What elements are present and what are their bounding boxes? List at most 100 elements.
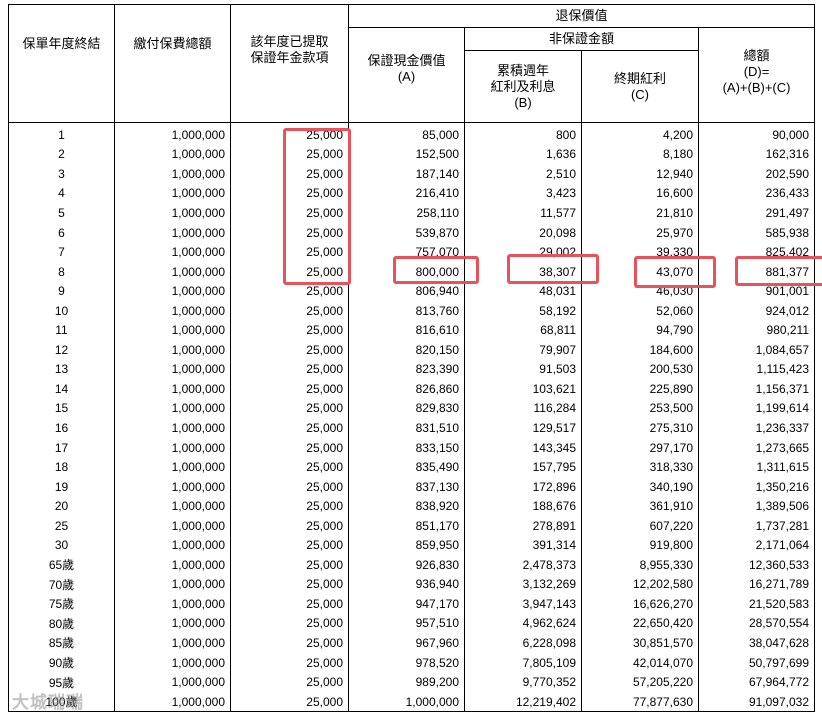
table-row: 6 1,000,000 25,000 539,870 20,098 25,970 585,9… xyxy=(8,222,816,243)
cell-guaranteed-cash-value: 831,510 xyxy=(348,418,465,438)
header-total-d: 總額 (D)= (A)+(B)+(C) xyxy=(697,27,816,123)
cell-total: 1,389,506 xyxy=(697,496,816,516)
cell-total-premiums: 1,000,000 xyxy=(114,122,231,145)
cell-total-premiums: 1,000,000 xyxy=(114,613,231,634)
cell-annuity-withdrawn: 25,000 xyxy=(230,437,349,458)
cell-guaranteed-cash-value: 926,830 xyxy=(348,555,465,575)
header-total-line3: (A)+(B)+(C) xyxy=(722,80,791,95)
cell-total-premiums: 1,000,000 xyxy=(114,261,231,282)
table-header: 保單年度終結 繳付保費總額 該年度已提取 保證年金款項 退保價值 保證現金價值 … xyxy=(8,4,816,123)
cell-total: 50,797,699 xyxy=(697,652,816,673)
table-row: 25 1,000,000 25,000 851,170 278,891 607,220 1,… xyxy=(8,515,816,536)
cell-accumulated-dividends: 1,636 xyxy=(464,144,582,165)
cell-guaranteed-cash-value: 85,000 xyxy=(348,122,465,145)
cell-policy-year: 16 xyxy=(8,418,115,438)
table-row: 9 1,000,000 25,000 806,940 48,031 46,030 901,0… xyxy=(8,281,816,301)
cell-total: 291,497 xyxy=(697,203,816,223)
benefit-table-wrapper: 保單年度終結 繳付保費總額 該年度已提取 保證年金款項 退保價值 保證現金價值 … xyxy=(8,4,816,713)
cell-annuity-withdrawn: 25,000 xyxy=(230,320,349,341)
cell-guaranteed-cash-value: 947,170 xyxy=(348,594,465,614)
cell-terminal-dividend: 253,500 xyxy=(581,398,699,419)
cell-terminal-dividend: 77,877,630 xyxy=(581,691,699,713)
cell-total: 1,350,216 xyxy=(697,476,816,497)
cell-terminal-dividend: 16,626,270 xyxy=(581,594,699,614)
cell-guaranteed-cash-value: 936,940 xyxy=(348,574,465,595)
cell-guaranteed-cash-value: 152,500 xyxy=(348,144,465,165)
cell-total: 924,012 xyxy=(697,300,816,321)
cell-annuity-withdrawn: 25,000 xyxy=(230,340,349,360)
header-total-premiums-label: 繳付保費總額 xyxy=(133,35,212,51)
table-row: 8 1,000,000 25,000 800,000 38,307 43,070 881,3… xyxy=(8,261,816,282)
cell-terminal-dividend: 42,014,070 xyxy=(581,652,699,673)
cell-annuity-withdrawn: 25,000 xyxy=(230,222,349,243)
table-row: 16 1,000,000 25,000 831,510 129,517 275,310 1,… xyxy=(8,418,816,438)
cell-total: 901,001 xyxy=(697,281,816,301)
table-row: 10 1,000,000 25,000 813,760 58,192 52,060 924,… xyxy=(8,300,816,321)
cell-terminal-dividend: 297,170 xyxy=(581,437,699,458)
cell-annuity-withdrawn: 25,000 xyxy=(230,122,349,145)
cell-policy-year: 8 xyxy=(8,261,115,282)
cell-accumulated-dividends: 391,314 xyxy=(464,535,582,556)
cell-total-premiums: 1,000,000 xyxy=(114,672,231,692)
cell-total: 1,156,371 xyxy=(697,379,816,399)
cell-total-premiums: 1,000,000 xyxy=(114,398,231,419)
cell-total-premiums: 1,000,000 xyxy=(114,476,231,497)
cell-terminal-dividend: 21,810 xyxy=(581,203,699,223)
cell-accumulated-dividends: 129,517 xyxy=(464,418,582,438)
cell-terminal-dividend: 12,940 xyxy=(581,164,699,184)
cell-accumulated-dividends: 2,510 xyxy=(464,164,582,184)
header-annuity-withdrawn: 該年度已提取 保證年金款項 xyxy=(230,4,349,123)
cell-annuity-withdrawn: 25,000 xyxy=(230,476,349,497)
cell-guaranteed-cash-value: 978,520 xyxy=(348,652,465,673)
cell-total: 1,115,423 xyxy=(697,359,816,380)
table-row: 18 1,000,000 25,000 835,490 157,795 318,330 1,… xyxy=(8,457,816,477)
cell-total-premiums: 1,000,000 xyxy=(114,633,231,653)
cell-policy-year: 7 xyxy=(8,242,115,262)
cell-guaranteed-cash-value: 829,830 xyxy=(348,398,465,419)
table-row: 80歲 1,000,000 25,000 957,510 4,962,624 22,650… xyxy=(8,613,816,634)
cell-total-premiums: 1,000,000 xyxy=(114,515,231,536)
cell-guaranteed-cash-value: 258,110 xyxy=(348,203,465,223)
cell-guaranteed-cash-value: 967,960 xyxy=(348,633,465,653)
header-annuity-line1: 該年度已提取 xyxy=(250,33,329,49)
cell-annuity-withdrawn: 25,000 xyxy=(230,418,349,438)
cell-accumulated-dividends: 3,947,143 xyxy=(464,594,582,614)
cell-total: 67,964,772 xyxy=(697,672,816,692)
cell-guaranteed-cash-value: 816,610 xyxy=(348,320,465,341)
header-terminal-dividend: 終期紅利 (C) xyxy=(581,50,699,123)
cell-annuity-withdrawn: 25,000 xyxy=(230,691,349,713)
cell-accumulated-dividends: 172,896 xyxy=(464,476,582,497)
cell-total-premiums: 1,000,000 xyxy=(114,594,231,614)
header-accumulated-dividends-line2: 紅利及利息 xyxy=(490,79,556,94)
cell-total-premiums: 1,000,000 xyxy=(114,242,231,262)
cell-annuity-withdrawn: 25,000 xyxy=(230,633,349,653)
header-policy-year-end-label: 保單年度終結 xyxy=(22,35,101,51)
cell-annuity-withdrawn: 25,000 xyxy=(230,652,349,673)
table-row: 90歲 1,000,000 25,000 978,520 7,805,109 42,014… xyxy=(8,652,816,673)
cell-total: 12,360,533 xyxy=(697,555,816,575)
table-row: 14 1,000,000 25,000 826,860 103,621 225,890 1,… xyxy=(8,379,816,399)
cell-annuity-withdrawn: 25,000 xyxy=(230,359,349,380)
cell-terminal-dividend: 52,060 xyxy=(581,300,699,321)
header-accumulated-dividends-line3: (B) xyxy=(514,95,532,110)
cell-annuity-withdrawn: 25,000 xyxy=(230,144,349,165)
cell-accumulated-dividends: 4,962,624 xyxy=(464,613,582,634)
cell-annuity-withdrawn: 25,000 xyxy=(230,300,349,321)
cell-accumulated-dividends: 103,621 xyxy=(464,379,582,399)
cell-total: 1,737,281 xyxy=(697,515,816,536)
table-row: 1 1,000,000 25,000 85,000 800 4,200 90,000 xyxy=(8,122,816,145)
cell-annuity-withdrawn: 25,000 xyxy=(230,164,349,184)
cell-annuity-withdrawn: 25,000 xyxy=(230,379,349,399)
cell-policy-year: 20 xyxy=(8,496,115,516)
cell-terminal-dividend: 22,650,420 xyxy=(581,613,699,634)
cell-annuity-withdrawn: 25,000 xyxy=(230,183,349,204)
cell-terminal-dividend: 8,955,330 xyxy=(581,555,699,575)
cell-accumulated-dividends: 79,907 xyxy=(464,340,582,360)
cell-terminal-dividend: 46,030 xyxy=(581,281,699,301)
cell-policy-year: 13 xyxy=(8,359,115,380)
cell-terminal-dividend: 184,600 xyxy=(581,340,699,360)
cell-policy-year: 85歲 xyxy=(8,633,115,653)
table-row: 70歲 1,000,000 25,000 936,940 3,132,269 12,202… xyxy=(8,574,816,595)
cell-guaranteed-cash-value: 826,860 xyxy=(348,379,465,399)
header-non-guaranteed: 非保證金額 xyxy=(464,27,699,51)
